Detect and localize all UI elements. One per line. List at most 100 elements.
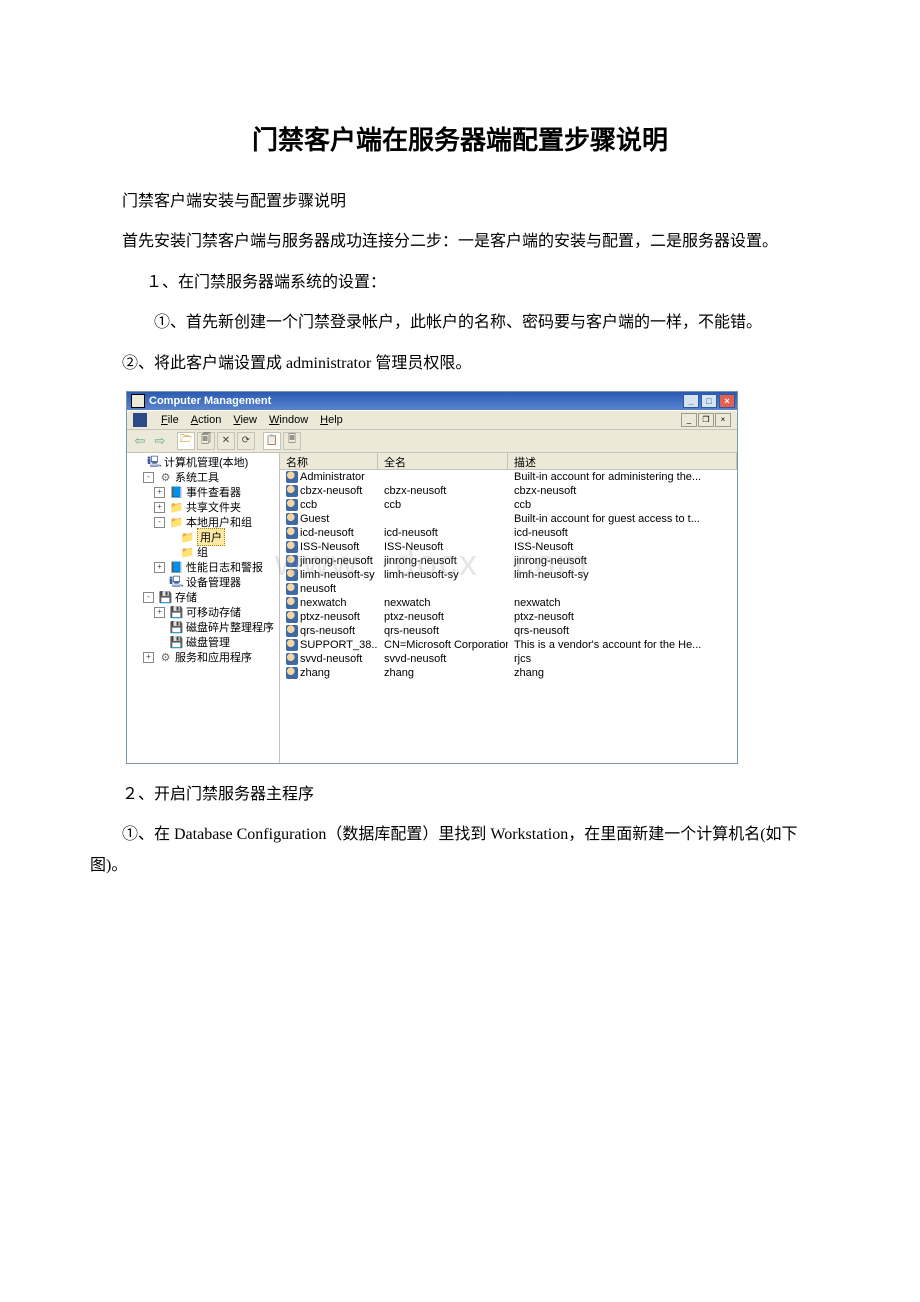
tree-node[interactable]: -💾存储 <box>129 590 277 605</box>
user-fullname: ptxz-neusoft <box>378 610 508 624</box>
tree-node[interactable]: 📁用户 <box>129 530 277 545</box>
folder-icon: 📁 <box>181 531 194 544</box>
user-list[interactable]: AdministratorBuilt-in account for admini… <box>280 470 737 763</box>
disk-icon: 💾 <box>170 606 183 619</box>
tree-node[interactable]: +⚙服务和应用程序 <box>129 650 277 665</box>
paragraph-intro-2: 首先安装门禁客户端与服务器成功连接分二步：一是客户端的安装与配置，二是服务器设置… <box>90 227 830 257</box>
properties-button[interactable]: 🗐 <box>197 432 215 450</box>
window-titlebar[interactable]: Computer Management _ □ × <box>127 392 737 410</box>
tree-spacer <box>165 533 176 542</box>
user-row[interactable]: neusoft <box>280 582 737 596</box>
user-row[interactable]: icd-neusofticd-neusofticd-neusoft <box>280 526 737 540</box>
expand-icon[interactable]: + <box>154 562 165 573</box>
user-row[interactable]: nexwatchnexwatchnexwatch <box>280 596 737 610</box>
user-fullname <box>378 512 508 526</box>
user-row[interactable]: qrs-neusoftqrs-neusoftqrs-neusoft <box>280 624 737 638</box>
mdi-minimize-button[interactable]: _ <box>681 413 697 427</box>
user-name: limh-neusoft-sy <box>300 569 375 581</box>
user-row[interactable]: cbzx-neusoftcbzx-neusoftcbzx-neusoft <box>280 484 737 498</box>
mdi-restore-button[interactable]: ❐ <box>698 413 714 427</box>
user-icon <box>286 625 298 637</box>
close-button[interactable]: × <box>719 394 735 408</box>
menu-bar: File Action View Window Help _ ❐ × <box>127 410 737 430</box>
user-icon <box>286 583 298 595</box>
menu-file[interactable]: File <box>161 414 179 426</box>
tree-node[interactable]: 💾磁盘碎片整理程序 <box>129 620 277 635</box>
user-description: ccb <box>508 498 737 512</box>
user-row[interactable]: zhangzhangzhang <box>280 666 737 680</box>
tree-node[interactable]: +📘性能日志和警报 <box>129 560 277 575</box>
user-row[interactable]: svvd-neusoftsvvd-neusoftrjcs <box>280 652 737 666</box>
tree-node[interactable]: 📁组 <box>129 545 277 560</box>
refresh-button[interactable]: ⟳ <box>237 432 255 450</box>
paragraph-intro-1: 门禁客户端安装与配置步骤说明 <box>90 187 830 217</box>
help-button-toolbar[interactable]: 🗏 <box>283 432 301 450</box>
user-row[interactable]: ISS-NeusoftISS-NeusoftISS-Neusoft <box>280 540 737 554</box>
user-row[interactable]: AdministratorBuilt-in account for admini… <box>280 470 737 484</box>
col-fullname[interactable]: 全名 <box>378 453 508 469</box>
expand-icon[interactable]: + <box>154 502 165 513</box>
user-name: zhang <box>300 667 330 679</box>
app-icon <box>131 394 145 408</box>
maximize-button[interactable]: □ <box>701 394 717 408</box>
minimize-button[interactable]: _ <box>683 394 699 408</box>
tree-spacer <box>132 458 143 467</box>
tree-spacer <box>154 623 165 632</box>
menu-help[interactable]: Help <box>320 414 343 426</box>
user-fullname: jinrong-neusoft <box>378 554 508 568</box>
collapse-icon[interactable]: - <box>143 472 154 483</box>
collapse-icon[interactable]: - <box>143 592 154 603</box>
user-name: nexwatch <box>300 597 346 609</box>
tree-node[interactable]: 💾磁盘管理 <box>129 635 277 650</box>
tree-node[interactable]: 🖳计算机管理(本地) <box>129 455 277 470</box>
pc-icon: 🖳 <box>170 576 183 589</box>
user-icon <box>286 639 298 651</box>
column-headers[interactable]: 名称 全名 描述 <box>280 453 737 470</box>
tree-node[interactable]: 🖳设备管理器 <box>129 575 277 590</box>
computer-management-window: Computer Management _ □ × File Action Vi… <box>126 391 738 764</box>
user-fullname: zhang <box>378 666 508 680</box>
collapse-icon[interactable]: - <box>154 517 165 528</box>
user-row[interactable]: ptxz-neusoftptxz-neusoftptxz-neusoft <box>280 610 737 624</box>
tree-label: 组 <box>197 544 208 560</box>
folder-icon: 📁 <box>181 546 194 559</box>
col-description[interactable]: 描述 <box>508 453 737 469</box>
forward-button[interactable]: ⇨ <box>151 432 169 450</box>
document-title: 门禁客户端在服务器端配置步骤说明 <box>90 120 830 157</box>
user-description: ptxz-neusoft <box>508 610 737 624</box>
user-description: limh-neusoft-sy <box>508 568 737 582</box>
delete-button[interactable]: ✕ <box>217 432 235 450</box>
user-row[interactable]: SUPPORT_38...CN=Microsoft Corporation...… <box>280 638 737 652</box>
tree-node[interactable]: -⚙系统工具 <box>129 470 277 485</box>
up-button[interactable]: 🗁 <box>177 432 195 450</box>
user-fullname: qrs-neusoft <box>378 624 508 638</box>
menu-action[interactable]: Action <box>191 414 222 426</box>
folder-icon: 📁 <box>170 516 183 529</box>
user-icon <box>286 611 298 623</box>
user-row[interactable]: ccbccbccb <box>280 498 737 512</box>
user-name: ccb <box>300 499 317 511</box>
user-description: qrs-neusoft <box>508 624 737 638</box>
user-name: jinrong-neusoft <box>300 555 373 567</box>
tree-node[interactable]: +📘事件查看器 <box>129 485 277 500</box>
user-row[interactable]: limh-neusoft-sylimh-neusoft-sylimh-neuso… <box>280 568 737 582</box>
tree-spacer <box>154 638 165 647</box>
tree-label: 可移动存储 <box>186 604 241 620</box>
menu-view[interactable]: View <box>233 414 257 426</box>
user-row[interactable]: jinrong-neusoftjinrong-neusoftjinrong-ne… <box>280 554 737 568</box>
user-name: svvd-neusoft <box>300 653 362 665</box>
tree-node[interactable]: + 💾可移动存储 <box>129 605 277 620</box>
expand-icon[interactable]: + <box>154 607 165 618</box>
user-row[interactable]: GuestBuilt-in account for guest access t… <box>280 512 737 526</box>
mdi-close-button[interactable]: × <box>715 413 731 427</box>
export-list-button[interactable]: 📋 <box>263 432 281 450</box>
back-button[interactable]: ⇦ <box>131 432 149 450</box>
tree-pane[interactable]: 🖳计算机管理(本地)-⚙系统工具+📘事件查看器+📁共享文件夹-📁本地用户和组📁用… <box>127 453 280 763</box>
tree-spacer <box>165 548 176 557</box>
menu-window[interactable]: Window <box>269 414 308 426</box>
tree-node[interactable]: +📁共享文件夹 <box>129 500 277 515</box>
expand-icon[interactable]: + <box>154 487 165 498</box>
tree-label: 性能日志和警报 <box>186 559 263 575</box>
col-name[interactable]: 名称 <box>280 453 378 469</box>
expand-icon[interactable]: + <box>143 652 154 663</box>
